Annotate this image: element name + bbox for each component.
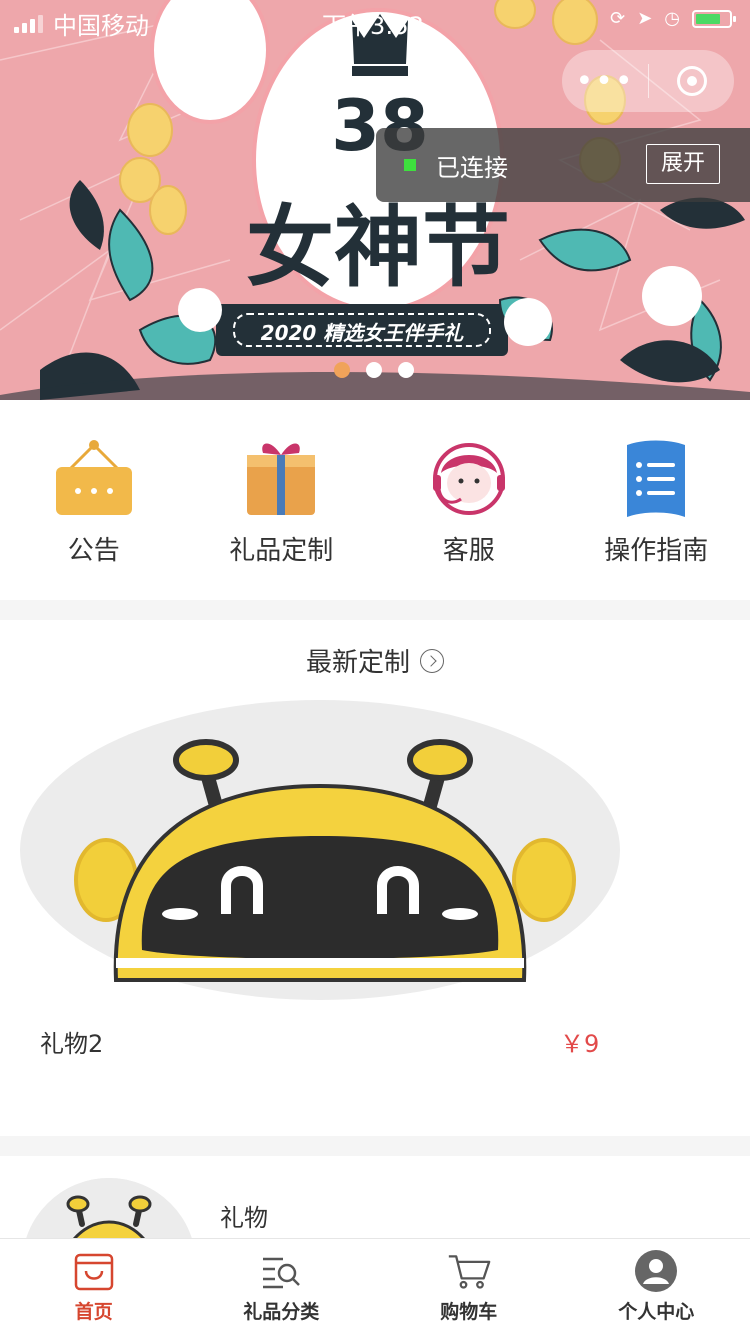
battery-icon bbox=[692, 10, 732, 28]
quick-item-label: 操作指南 bbox=[604, 530, 708, 567]
rotation-lock-icon: ⟳ bbox=[610, 8, 625, 29]
status-icons: ⟳ ➤ ◷ bbox=[610, 8, 732, 29]
user-icon bbox=[634, 1249, 678, 1293]
connection-status: 已连接 bbox=[436, 148, 508, 183]
tab-profile[interactable]: 个人中心 bbox=[563, 1239, 750, 1335]
bottom-tab-bar: 首页 礼品分类 购物车 bbox=[0, 1238, 750, 1335]
quick-item-label: 客服 bbox=[443, 530, 495, 567]
product-thumbnail[interactable] bbox=[22, 1178, 196, 1238]
alarm-icon: ◷ bbox=[664, 8, 680, 29]
expand-button[interactable]: 展开 bbox=[646, 144, 720, 184]
tab-label: 个人中心 bbox=[618, 1297, 694, 1324]
location-icon: ➤ bbox=[637, 8, 652, 29]
chevron-right-icon bbox=[420, 649, 444, 673]
pagination-dot[interactable] bbox=[366, 362, 382, 378]
quick-item-label: 礼品定制 bbox=[229, 530, 333, 567]
tab-cart[interactable]: 购物车 bbox=[375, 1239, 563, 1335]
miniprogram-capsule: ••• bbox=[562, 50, 734, 112]
product-image[interactable] bbox=[20, 700, 620, 1000]
pagination-dot[interactable] bbox=[334, 362, 350, 378]
svg-text:2020 精选女王伴手礼: 2020 精选女王伴手礼 bbox=[261, 321, 465, 345]
product-name[interactable]: 礼物 bbox=[220, 1198, 268, 1233]
connected-indicator-icon bbox=[404, 159, 416, 171]
close-miniprogram-button[interactable] bbox=[649, 66, 734, 96]
tab-home[interactable]: 首页 bbox=[0, 1239, 188, 1335]
notice-board-icon bbox=[49, 434, 139, 524]
section-header[interactable]: 最新定制 bbox=[0, 642, 750, 679]
customer-service-icon bbox=[424, 434, 514, 524]
status-bar: 中国移动 ◠ 下午3:53 ⟳ ➤ ◷ bbox=[0, 0, 750, 40]
tab-gift-categories[interactable]: 礼品分类 bbox=[188, 1239, 376, 1335]
signal-icon bbox=[14, 15, 43, 33]
category-search-icon bbox=[259, 1249, 303, 1293]
wifi-icon: ◠ bbox=[159, 12, 176, 36]
gift-box-icon bbox=[236, 434, 326, 524]
carrier-group: 中国移动 ◠ bbox=[14, 6, 176, 41]
tab-label: 首页 bbox=[75, 1297, 113, 1324]
quick-item-guide[interactable]: 操作指南 bbox=[563, 400, 750, 600]
quick-item-label: 公告 bbox=[68, 530, 120, 567]
pagination-dot[interactable] bbox=[398, 362, 414, 378]
banner-headline: 女神节 bbox=[246, 196, 510, 299]
product-price: ￥9 bbox=[560, 1024, 599, 1059]
quick-menu: 公告 礼品定制 客服 bbox=[0, 400, 750, 600]
product-name[interactable]: 礼物2 bbox=[40, 1024, 103, 1059]
more-dots-icon[interactable]: ••• bbox=[562, 64, 648, 99]
carrier-name: 中国移动 bbox=[53, 6, 149, 41]
guide-book-icon bbox=[611, 434, 701, 524]
promo-banner[interactable]: 38 女神节 2020 精选女王伴手礼 bbox=[0, 0, 750, 400]
home-bag-icon bbox=[72, 1249, 116, 1293]
tab-label: 礼品分类 bbox=[243, 1297, 319, 1324]
section-title: 最新定制 bbox=[306, 642, 410, 679]
quick-item-notice[interactable]: 公告 bbox=[0, 400, 188, 600]
target-close-icon bbox=[677, 66, 707, 96]
quick-item-gift-custom[interactable]: 礼品定制 bbox=[188, 400, 376, 600]
banner-pagination bbox=[334, 362, 414, 378]
status-time: 下午3:53 bbox=[322, 6, 424, 41]
tab-label: 购物车 bbox=[440, 1297, 497, 1324]
connection-status-bar: 已连接 展开 bbox=[376, 128, 750, 202]
product-card[interactable]: 礼物 bbox=[0, 1156, 750, 1238]
latest-custom-section: 最新定制 礼物2 ￥9 bbox=[0, 620, 750, 1136]
cart-icon bbox=[447, 1249, 491, 1293]
quick-item-customer-service[interactable]: 客服 bbox=[375, 400, 563, 600]
